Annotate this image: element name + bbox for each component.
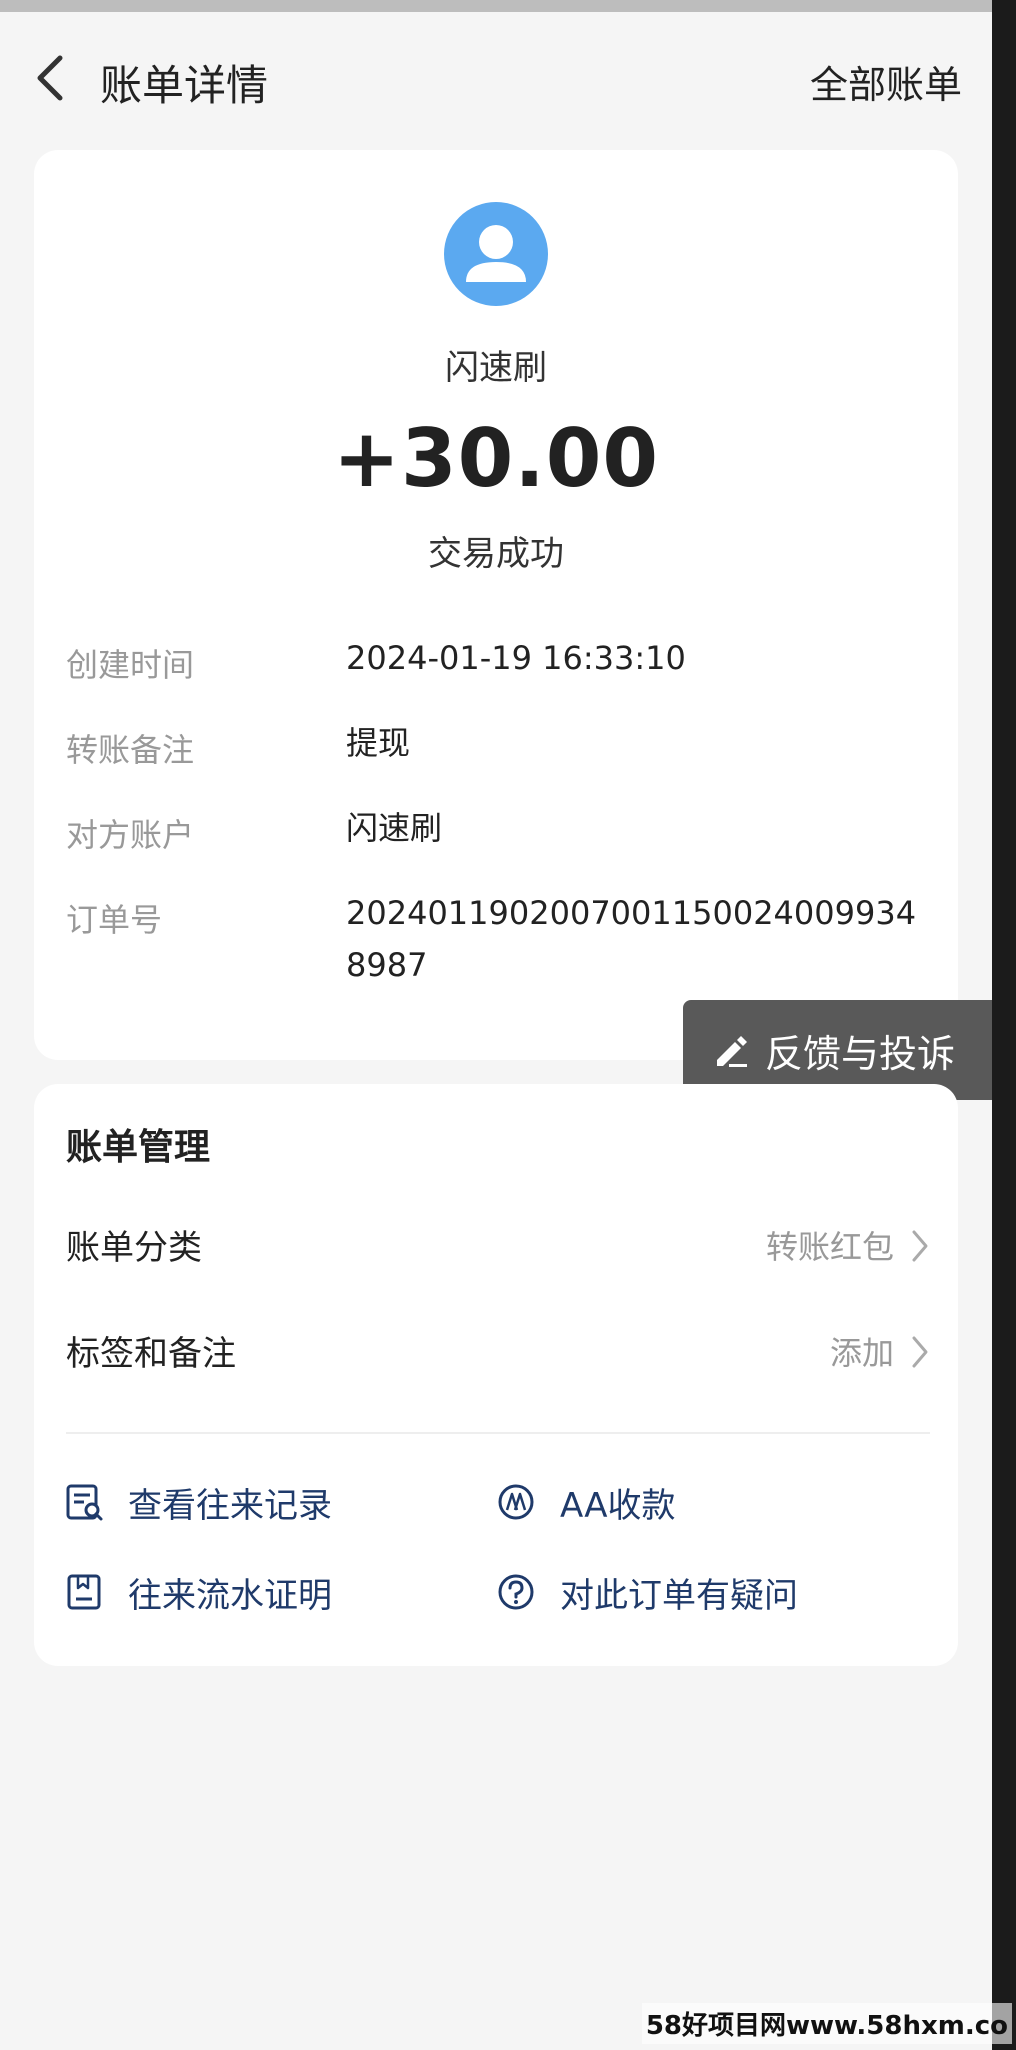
record-search-icon [64, 1482, 104, 1522]
action-label: 查看往来记录 [128, 1485, 332, 1526]
all-bills-link[interactable]: 全部账单 [810, 54, 962, 109]
row-value: 添加 [829, 1334, 894, 1372]
tags-notes-row[interactable]: 标签和备注 添加 [66, 1316, 930, 1386]
action-label: 对此订单有疑问 [560, 1575, 798, 1616]
action-label: 往来流水证明 [128, 1575, 332, 1616]
order-question-action[interactable]: 对此订单有疑问 [496, 1562, 798, 1622]
divider [66, 1432, 930, 1434]
chevron-right-icon [910, 1334, 930, 1370]
watermark-text: 58好项目网www.58hxm.co [641, 2003, 1012, 2044]
page-title: 账单详情 [100, 61, 269, 110]
transaction-card: 闪速刷 +30.00 交易成功 创建时间 2024-01-19 16:33:10… [34, 150, 958, 1060]
detail-value: 2024-01-19 16:33:10 [346, 639, 686, 677]
bill-category-row[interactable]: 账单分类 转账红包 [66, 1210, 930, 1280]
chevron-left-icon [37, 55, 63, 101]
detail-label: 订单号 [66, 901, 163, 939]
back-button[interactable] [30, 48, 74, 108]
view-history-action[interactable]: 查看往来记录 [64, 1472, 332, 1532]
question-icon [496, 1572, 536, 1612]
detail-value: 提现 [346, 724, 411, 762]
status-bar-strip [0, 0, 1016, 12]
detail-label: 创建时间 [66, 646, 195, 684]
amount: +30.00 [332, 412, 660, 505]
row-value: 转账红包 [765, 1228, 894, 1266]
order-number-value[interactable]: 20240119020070011500240099348987 [346, 887, 936, 991]
chevron-right-icon [910, 1228, 930, 1264]
detail-label: 转账备注 [66, 731, 195, 769]
header: 账单详情 全部账单 [0, 12, 992, 132]
aa-icon [496, 1482, 536, 1522]
user-icon [466, 225, 526, 282]
detail-value: 闪速刷 [346, 809, 443, 847]
edit-icon [717, 1036, 747, 1067]
document-icon [64, 1572, 104, 1612]
row-label: 标签和备注 [66, 1334, 236, 1374]
aa-collection-action[interactable]: AA收款 [496, 1472, 675, 1532]
section-title: 账单管理 [66, 1127, 211, 1168]
transaction-proof-action[interactable]: 往来流水证明 [64, 1562, 332, 1622]
payee-name: 闪速刷 [445, 348, 547, 388]
feedback-label: 反馈与投诉 [765, 1031, 956, 1076]
action-label: AA收款 [560, 1485, 676, 1526]
avatar [444, 202, 548, 306]
status-text: 交易成功 [428, 534, 564, 574]
screen-edge [992, 0, 1016, 2050]
bill-management-card: 账单管理 账单分类 转账红包 标签和备注 添加 查看往来记录 AA收款 往来流水… [34, 1084, 958, 1666]
row-label: 账单分类 [66, 1228, 202, 1268]
detail-label: 对方账户 [66, 816, 195, 854]
